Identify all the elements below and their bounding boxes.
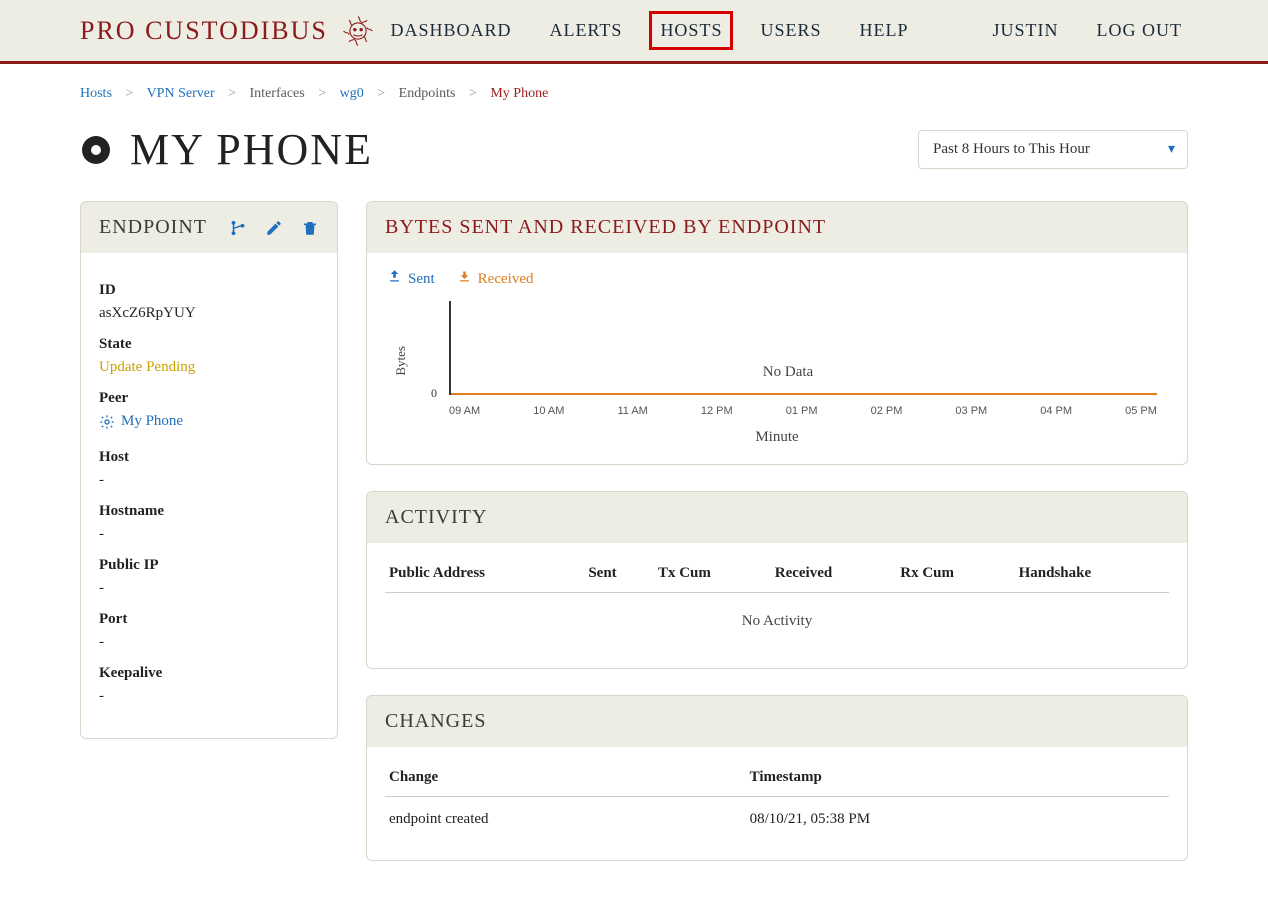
crumb-endpoints: Endpoints xyxy=(399,86,456,101)
delete-icon[interactable] xyxy=(301,219,319,237)
chart-area: Bytes 0 No Data 09 AM 10 AM 11 AM 1 xyxy=(387,301,1167,421)
col-handshake: Handshake xyxy=(1015,557,1169,593)
nav-hosts[interactable]: HOSTS xyxy=(654,16,728,45)
changes-panel: CHANGES Change Timestamp endpoint creat xyxy=(366,695,1188,861)
keepalive-value: - xyxy=(99,688,319,705)
bytes-chart-title: BYTES SENT AND RECEIVED BY ENDPOINT xyxy=(385,216,1169,239)
time-range-select[interactable]: Past 8 Hours to This Hour ▾ xyxy=(918,130,1188,169)
change-cell: endpoint created xyxy=(385,797,746,843)
endpoint-panel-header: ENDPOINT xyxy=(81,202,337,253)
page-title-group: MY PHONE xyxy=(80,124,373,175)
changes-table: Change Timestamp endpoint created 08/10/… xyxy=(385,761,1169,842)
publicip-value: - xyxy=(99,580,319,597)
brand[interactable]: PRO CUSTODIBUS xyxy=(80,13,376,49)
activity-panel-header: ACTIVITY xyxy=(367,492,1187,543)
activity-empty-row: No Activity xyxy=(385,593,1169,651)
nav-logout[interactable]: LOG OUT xyxy=(1091,16,1189,45)
peer-link[interactable]: My Phone xyxy=(99,413,183,430)
col-received: Received xyxy=(771,557,897,593)
publicip-label: Public IP xyxy=(99,557,319,574)
activity-table: Public Address Sent Tx Cum Received Rx C… xyxy=(385,557,1169,650)
upload-icon xyxy=(387,269,402,289)
col-timestamp: Timestamp xyxy=(746,761,1169,797)
nav-help[interactable]: HELP xyxy=(853,16,914,45)
crumb-wg0[interactable]: wg0 xyxy=(340,86,364,101)
chart-nodata-label: No Data xyxy=(763,364,813,381)
endpoint-details: ID asXcZ6RpYUY State Update Pending Peer… xyxy=(99,282,319,705)
endpoint-panel-title: ENDPOINT xyxy=(99,216,211,239)
chart-legend: Sent Received xyxy=(387,269,1167,289)
id-label: ID xyxy=(99,282,319,299)
chart-y-tick-0: 0 xyxy=(431,386,437,401)
crumb-sep: > xyxy=(228,86,236,101)
keepalive-label: Keepalive xyxy=(99,665,319,682)
download-icon xyxy=(457,269,472,289)
hostname-value: - xyxy=(99,526,319,543)
chevron-down-icon: ▾ xyxy=(1168,141,1175,158)
crumb-sep: > xyxy=(377,86,385,101)
changes-panel-title: CHANGES xyxy=(385,710,1169,733)
top-navbar: PRO CUSTODIBUS DASHBOARD ALERTS HOSTS US… xyxy=(0,0,1268,64)
state-label: State xyxy=(99,336,319,353)
bytes-chart-header: BYTES SENT AND RECEIVED BY ENDPOINT xyxy=(367,202,1187,253)
chart-ylabel: Bytes xyxy=(387,346,409,376)
host-label: Host xyxy=(99,449,319,466)
crumb-hosts[interactable]: Hosts xyxy=(80,86,112,101)
nav-users[interactable]: USERS xyxy=(754,16,827,45)
time-range-label: Past 8 Hours to This Hour xyxy=(933,141,1090,158)
breadcrumb: Hosts > VPN Server > Interfaces > wg0 > … xyxy=(80,76,1188,116)
port-label: Port xyxy=(99,611,319,628)
crumb-interfaces: Interfaces xyxy=(250,86,305,101)
crumb-vpn-server[interactable]: VPN Server xyxy=(147,86,215,101)
activity-panel: ACTIVITY Public Address Sent Tx Cum Rece… xyxy=(366,491,1188,669)
chart-x-ticks: 09 AM 10 AM 11 AM 12 PM 01 PM 02 PM 03 P… xyxy=(449,405,1157,417)
chart-plot: 0 No Data 09 AM 10 AM 11 AM 12 PM 01 PM … xyxy=(409,301,1167,421)
host-value: - xyxy=(99,472,319,489)
timestamp-cell: 08/10/21, 05:38 PM xyxy=(746,797,1169,843)
crumb-current: My Phone xyxy=(490,86,548,101)
chart-flat-line xyxy=(451,393,1157,395)
id-value: asXcZ6RpYUY xyxy=(99,305,319,322)
branch-icon[interactable] xyxy=(229,219,247,237)
table-row: endpoint created 08/10/21, 05:38 PM xyxy=(385,797,1169,843)
nav-user[interactable]: JUSTIN xyxy=(986,16,1064,45)
brand-name: PRO CUSTODIBUS xyxy=(80,16,328,46)
crumb-sep: > xyxy=(318,86,326,101)
col-rxcum: Rx Cum xyxy=(896,557,1014,593)
chart-y-axis xyxy=(449,301,451,395)
state-value: Update Pending xyxy=(99,359,319,376)
title-row: MY PHONE Past 8 Hours to This Hour ▾ xyxy=(80,124,1188,175)
hostname-label: Hostname xyxy=(99,503,319,520)
peer-label: Peer xyxy=(99,390,319,407)
page-title: MY PHONE xyxy=(130,124,373,175)
gear-outline-icon xyxy=(99,414,115,430)
crumb-sep: > xyxy=(469,86,477,101)
col-sent: Sent xyxy=(584,557,654,593)
activity-panel-title: ACTIVITY xyxy=(385,506,1169,529)
nav-dashboard[interactable]: DASHBOARD xyxy=(384,16,517,45)
activity-empty-text: No Activity xyxy=(385,593,1169,651)
legend-sent[interactable]: Sent xyxy=(387,269,435,289)
changes-panel-header: CHANGES xyxy=(367,696,1187,747)
medusa-logo-icon xyxy=(340,13,376,49)
crumb-sep: > xyxy=(125,86,133,101)
col-change: Change xyxy=(385,761,746,797)
port-value: - xyxy=(99,634,319,651)
col-txcum: Tx Cum xyxy=(654,557,771,593)
nav-alerts[interactable]: ALERTS xyxy=(544,16,629,45)
col-public-address: Public Address xyxy=(385,557,584,593)
nav-links: DASHBOARD ALERTS HOSTS USERS HELP JUSTIN… xyxy=(384,16,1188,45)
peer-value: My Phone xyxy=(121,413,183,430)
endpoint-panel: ENDPOINT ID asXcZ6RpYUY State xyxy=(80,201,338,739)
edit-icon[interactable] xyxy=(265,219,283,237)
endpoint-dot-icon xyxy=(80,134,112,166)
chart-xlabel: Minute xyxy=(387,429,1167,446)
legend-received[interactable]: Received xyxy=(457,269,534,289)
bytes-chart-panel: BYTES SENT AND RECEIVED BY ENDPOINT Sent… xyxy=(366,201,1188,465)
